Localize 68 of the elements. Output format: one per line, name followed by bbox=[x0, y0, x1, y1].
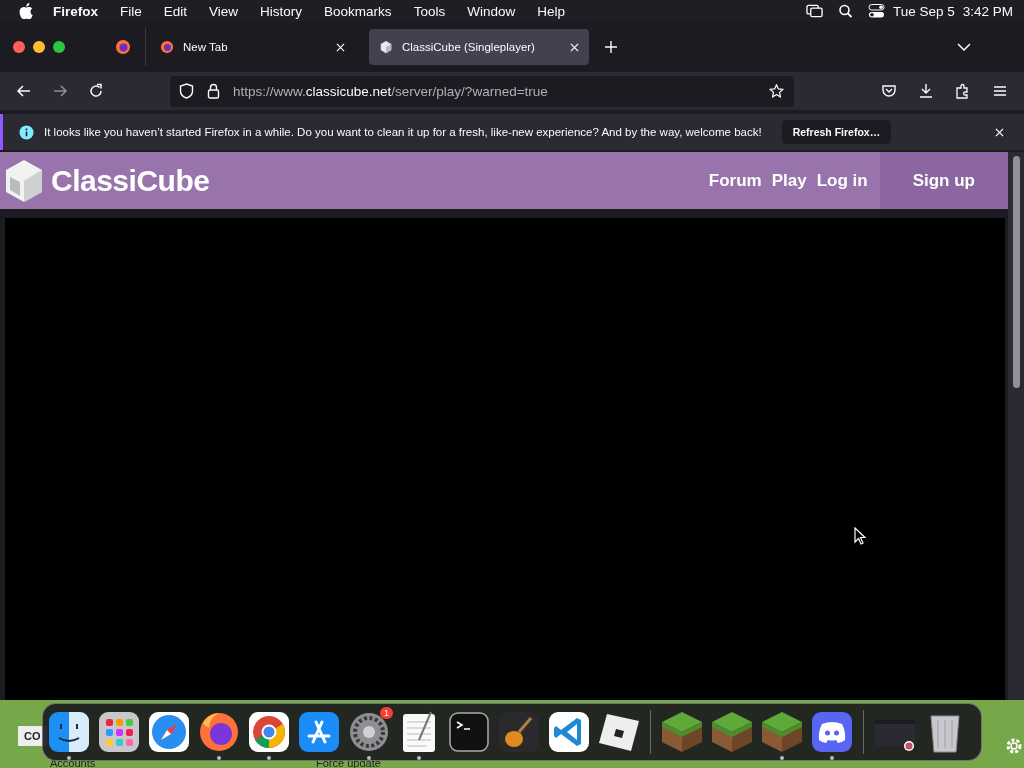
smiling-face-icon[interactable] bbox=[47, 710, 91, 754]
scrollbar-thumb[interactable] bbox=[1013, 156, 1020, 388]
pointer-icon bbox=[854, 527, 866, 545]
game-controller-face-icon[interactable] bbox=[810, 710, 854, 754]
forward-icon[interactable] bbox=[52, 83, 68, 99]
url-text: https://www.classicube.net/server/play/?warned=true bbox=[233, 83, 548, 99]
nav-link[interactable]: Log in bbox=[816, 170, 868, 191]
menu-item[interactable]: File bbox=[120, 3, 142, 19]
menu-item[interactable]: Edit bbox=[163, 3, 188, 19]
chrome-icon[interactable] bbox=[247, 710, 291, 754]
address-bar[interactable]: https://www.classicube.net/server/play/?warned=true bbox=[170, 75, 794, 107]
firefox-icon[interactable] bbox=[115, 39, 131, 55]
menu-item[interactable]: History bbox=[260, 3, 303, 19]
grass-block-icon[interactable] bbox=[760, 710, 804, 754]
close-tab-icon[interactable] bbox=[336, 42, 345, 52]
nav-link[interactable]: Play bbox=[771, 170, 807, 191]
refresh-button[interactable]: Refresh Firefox… bbox=[781, 120, 892, 144]
menu-item[interactable]: View bbox=[209, 3, 239, 19]
cube-icon bbox=[379, 40, 393, 54]
screen-mirroring-icon[interactable] bbox=[805, 4, 823, 18]
apple-icon[interactable] bbox=[19, 3, 33, 19]
firefox-icon bbox=[160, 40, 174, 54]
info-icon bbox=[19, 124, 34, 140]
menu-item[interactable]: Window bbox=[467, 3, 516, 19]
browser-tab[interactable]: ClassiCube (Singleplayer) bbox=[369, 29, 589, 65]
minimize-window-button[interactable] bbox=[33, 41, 45, 53]
zoom-window-button[interactable] bbox=[53, 41, 65, 53]
close-tab-icon[interactable] bbox=[570, 42, 579, 52]
browser-tab[interactable]: New Tab bbox=[150, 29, 355, 65]
menu-icon[interactable] bbox=[992, 83, 1008, 99]
close-window-button[interactable] bbox=[13, 41, 25, 53]
pocket-icon[interactable] bbox=[881, 83, 897, 99]
notification-badge: 1 bbox=[380, 707, 393, 719]
control-center-icon[interactable] bbox=[867, 4, 885, 18]
site-logo[interactable]: ClassiCube bbox=[51, 163, 210, 198]
menu-item[interactable]: Tools bbox=[413, 3, 446, 19]
firefox-icon[interactable] bbox=[197, 710, 241, 754]
compass-icon[interactable] bbox=[147, 710, 191, 754]
padlock-icon[interactable] bbox=[206, 83, 221, 99]
menu-bar-time: 3:42 PM bbox=[962, 3, 1013, 19]
gear-icon bbox=[1004, 736, 1024, 756]
new-tab-icon[interactable] bbox=[605, 41, 617, 53]
star-icon[interactable] bbox=[769, 83, 784, 99]
sign-up-button[interactable]: Sign up bbox=[879, 152, 1008, 209]
terminal-icon[interactable] bbox=[447, 710, 491, 754]
grass-block-icon[interactable] bbox=[710, 710, 754, 754]
app-grid-icon[interactable] bbox=[97, 710, 141, 754]
notification-message: It looks like you haven’t started Firefox in a while. Do you want to clean it up for a fresh, like-new experience? And by the way, welcome back! bbox=[44, 126, 762, 138]
app-store-icon[interactable] bbox=[297, 710, 341, 754]
grass-block-icon[interactable] bbox=[660, 710, 704, 754]
code-editor-icon[interactable] bbox=[547, 710, 591, 754]
gear-icon[interactable] bbox=[347, 710, 391, 754]
shield-icon[interactable] bbox=[179, 83, 194, 99]
nav-link[interactable]: Forum bbox=[708, 170, 762, 191]
desktop-label: Accounts bbox=[50, 757, 96, 768]
menu-item[interactable]: Firefox bbox=[53, 3, 98, 19]
download-icon[interactable] bbox=[918, 83, 934, 99]
puzzle-piece-icon[interactable] bbox=[955, 83, 971, 99]
reload-icon[interactable] bbox=[88, 83, 104, 99]
search-icon[interactable] bbox=[836, 4, 854, 18]
cube-icon[interactable] bbox=[4, 158, 44, 203]
menu-item[interactable]: Bookmarks bbox=[324, 3, 392, 19]
back-icon[interactable] bbox=[16, 83, 32, 99]
menu-bar-date: Tue Sep 5 bbox=[892, 3, 955, 19]
guitar-icon[interactable] bbox=[497, 710, 541, 754]
menu-item[interactable]: Help bbox=[537, 3, 565, 19]
close-icon[interactable] bbox=[995, 127, 1004, 137]
chevron-down-icon[interactable] bbox=[957, 43, 971, 51]
